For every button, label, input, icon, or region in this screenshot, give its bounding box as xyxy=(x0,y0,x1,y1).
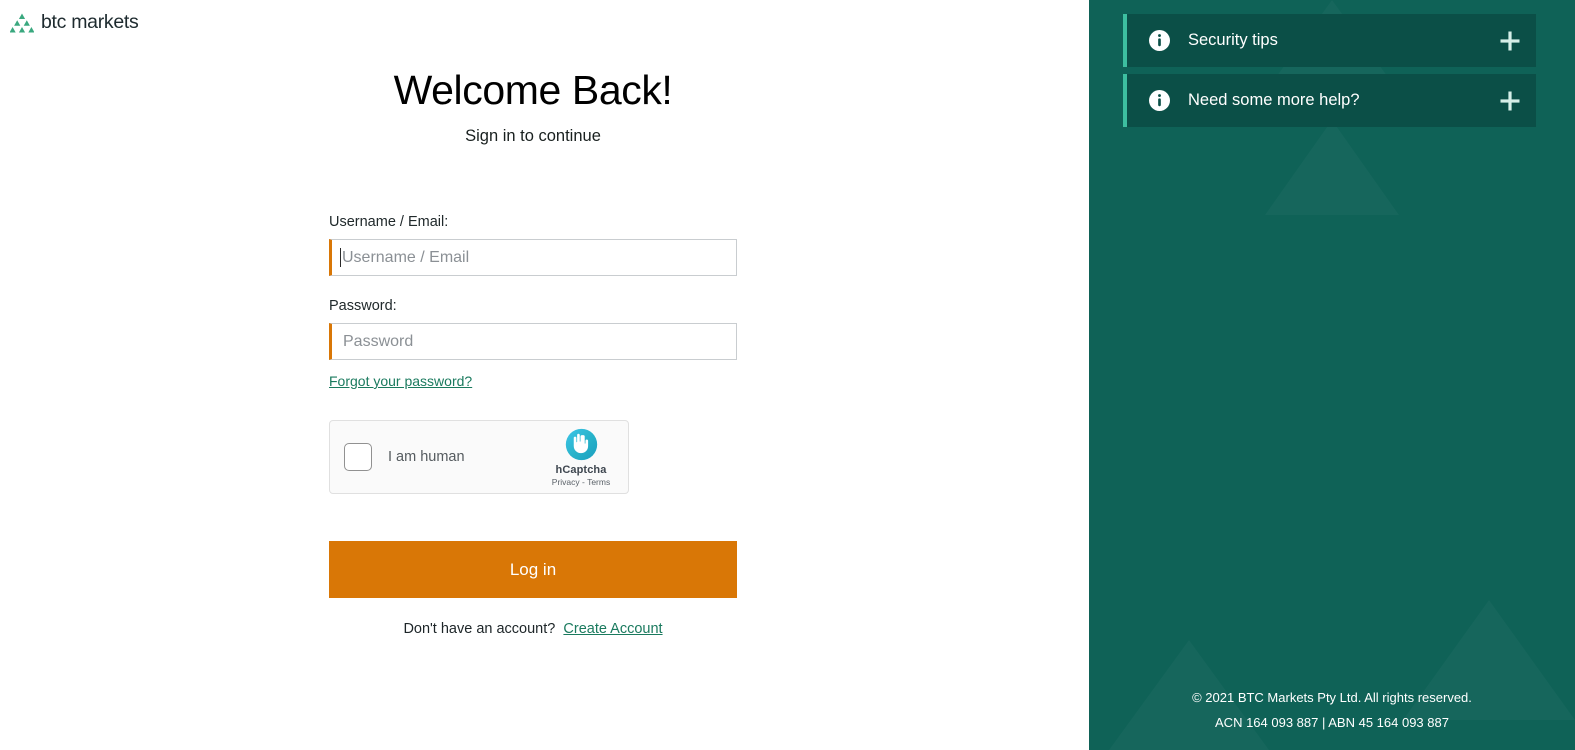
info-icon xyxy=(1149,30,1170,51)
forgot-password-row: Forgot your password? xyxy=(329,373,737,391)
brand-logo[interactable]: btc markets xyxy=(10,11,139,34)
footer-copyright: © 2021 BTC Markets Pty Ltd. All rights r… xyxy=(1192,690,1472,705)
hcaptcha-hand-icon xyxy=(565,428,597,460)
password-field-group: Password: Password xyxy=(329,298,737,360)
accordion-item-security-tips[interactable]: Security tips xyxy=(1123,14,1536,67)
footer-registration: ACN 164 093 887 | ABN 45 164 093 887 xyxy=(1215,715,1449,730)
create-account-link[interactable]: Create Account xyxy=(563,621,662,637)
help-pane: Security tips Need some more help? © 202… xyxy=(1089,0,1575,750)
triangles-pyramid-icon xyxy=(10,13,34,32)
password-input[interactable]: Password xyxy=(329,323,737,360)
hcaptcha-checkbox[interactable] xyxy=(344,443,372,471)
hcaptcha-widget[interactable]: I am human hCaptcha Privacy - Terms xyxy=(329,420,629,494)
login-page: btc markets Welcome Back! Sign in to con… xyxy=(0,0,1575,750)
username-placeholder: Username / Email xyxy=(342,248,470,266)
accordion-label: Need some more help? xyxy=(1188,91,1360,109)
page-subtitle: Sign in to continue xyxy=(465,127,601,145)
signup-prompt: Don't have an account? xyxy=(403,621,556,637)
page-title: Welcome Back! xyxy=(393,67,673,113)
help-accordion-list: Security tips Need some more help? xyxy=(1123,14,1536,134)
hcaptcha-brand-name: hCaptcha xyxy=(555,463,607,476)
password-label: Password: xyxy=(329,298,397,314)
hcaptcha-branding: hCaptcha Privacy - Terms xyxy=(546,428,616,487)
footer: © 2021 BTC Markets Pty Ltd. All rights r… xyxy=(1089,690,1575,730)
brand-name: btc markets xyxy=(41,11,139,33)
hcaptcha-label: I am human xyxy=(388,449,465,465)
text-caret xyxy=(340,248,341,267)
username-label: Username / Email: xyxy=(329,214,449,230)
signup-row: Don't have an account? Create Account xyxy=(329,621,737,637)
plus-icon[interactable] xyxy=(1498,29,1522,53)
username-field-group: Username / Email: Username / Email xyxy=(329,214,737,276)
username-input[interactable]: Username / Email xyxy=(329,239,737,276)
login-pane: btc markets Welcome Back! Sign in to con… xyxy=(0,0,1089,750)
login-form: Welcome Back! Sign in to continue Userna… xyxy=(329,0,737,637)
accordion-label: Security tips xyxy=(1188,31,1278,49)
hcaptcha-terms[interactable]: Privacy - Terms xyxy=(552,477,610,487)
login-button[interactable]: Log in xyxy=(329,541,737,598)
accordion-item-need-help[interactable]: Need some more help? xyxy=(1123,74,1536,127)
plus-icon[interactable] xyxy=(1498,89,1522,113)
password-placeholder: Password xyxy=(343,332,414,350)
forgot-password-link[interactable]: Forgot your password? xyxy=(329,373,472,389)
info-icon xyxy=(1149,90,1170,111)
